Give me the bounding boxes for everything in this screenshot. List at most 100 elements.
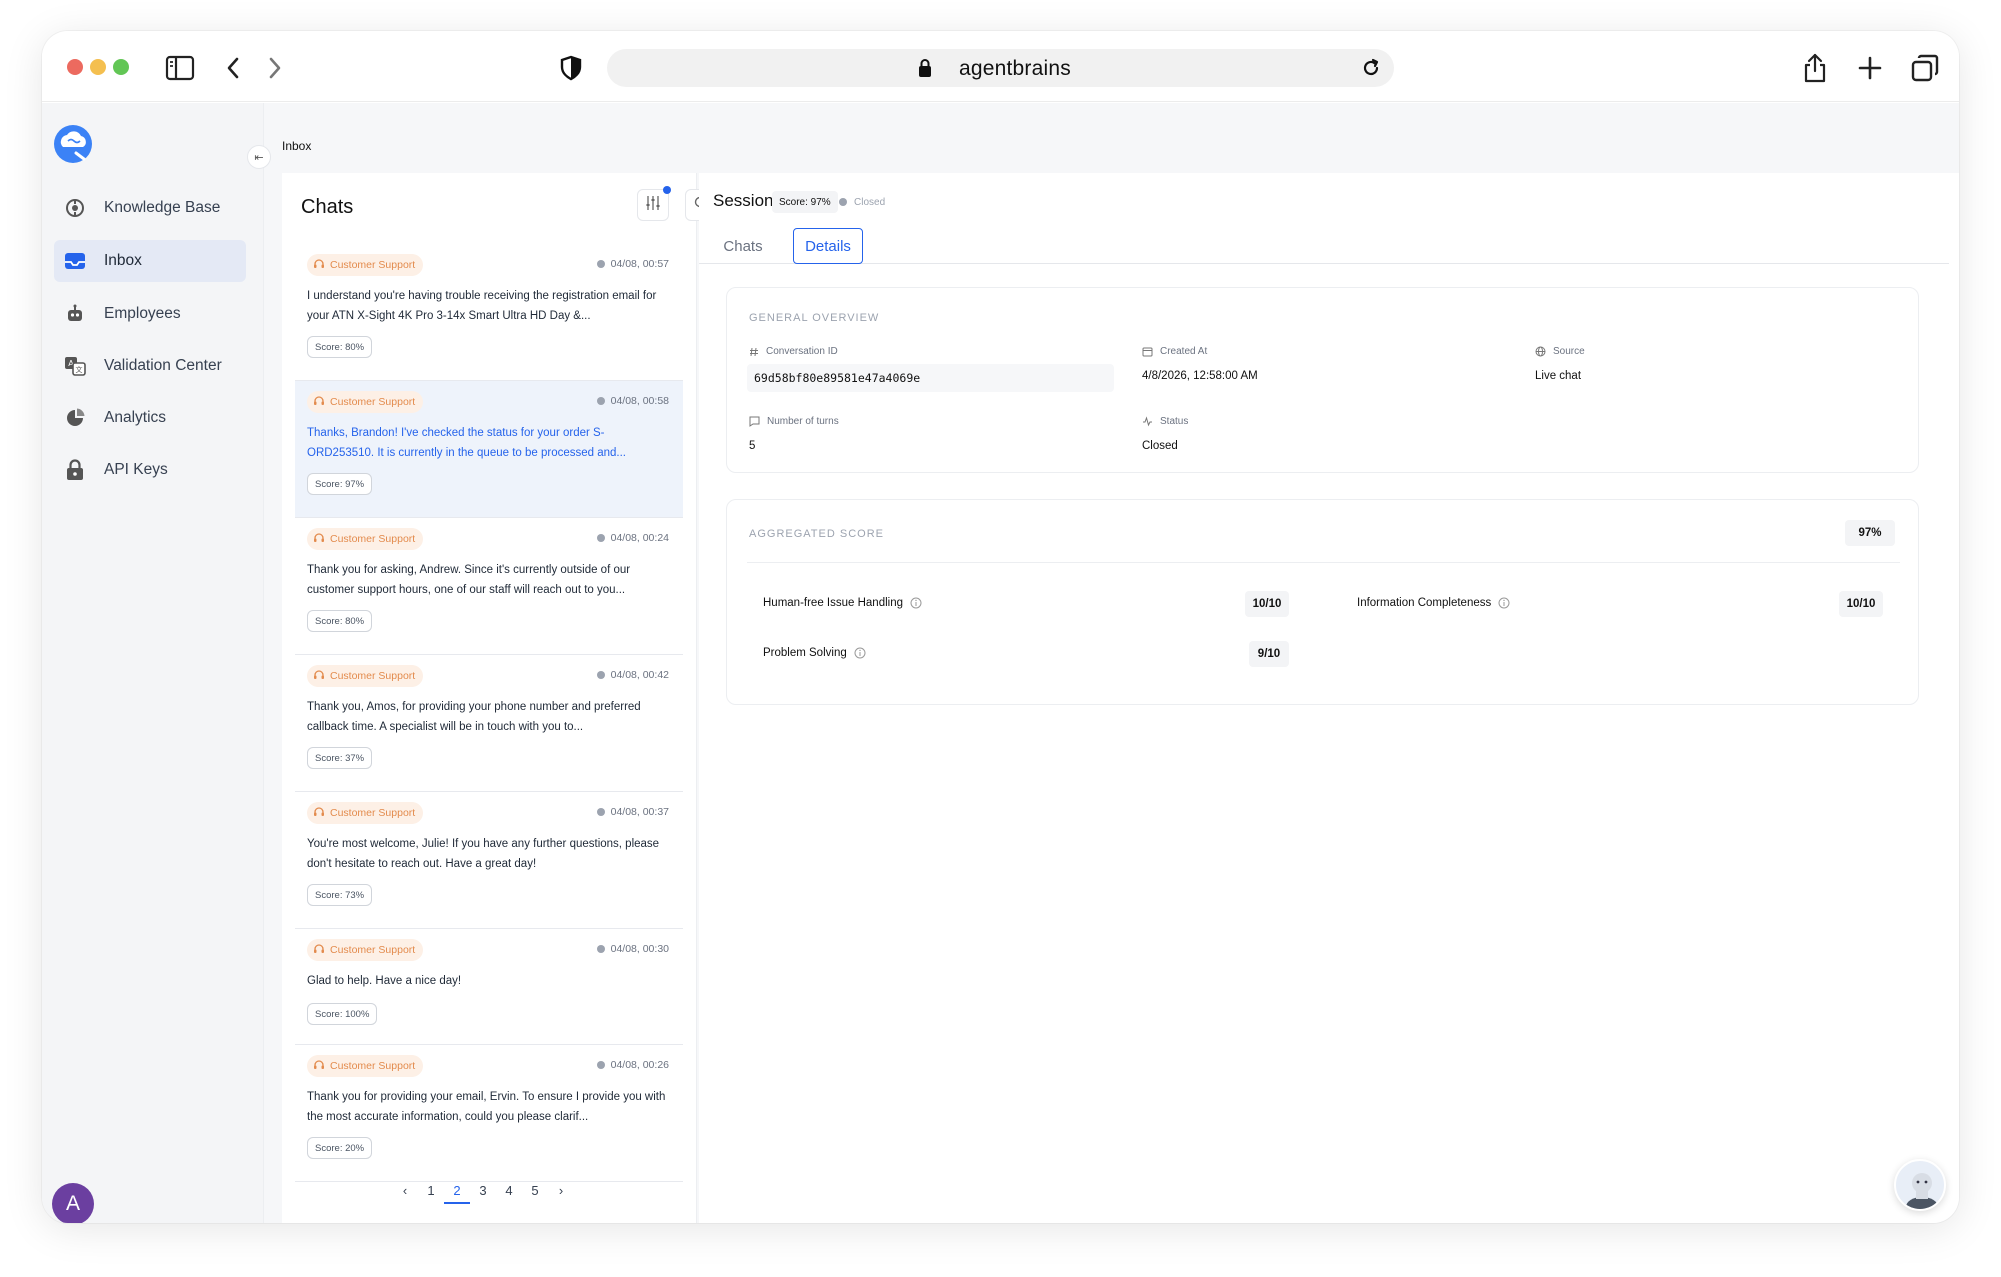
address-bar[interactable]: agentbrains <box>607 49 1394 87</box>
translate-icon: A文 <box>64 355 86 377</box>
category-tag: Customer Support <box>307 939 424 961</box>
general-overview-card: GENERAL OVERVIEW Conversation ID 69d58bf… <box>726 287 1919 473</box>
tab-overview-icon[interactable] <box>1910 53 1940 83</box>
status-label: Status <box>1142 416 1188 427</box>
chat-list-item[interactable]: Customer Support 04/08, 00:37 You're most … <box>295 792 683 929</box>
aggregated-total-badge: 97% <box>1845 520 1895 546</box>
category-tag: Customer Support <box>307 254 424 276</box>
chat-list-item[interactable]: Customer Support 04/08, 00:58 Thanks, Bran… <box>295 381 683 518</box>
sidebar-item-analytics[interactable]: Analytics <box>54 397 246 439</box>
browser-toolbar: agentbrains <box>42 31 1959 102</box>
chat-preview: Thank you, Amos, for providing your phon… <box>307 701 641 733</box>
chat-timestamp: 04/08, 00:58 <box>596 395 669 407</box>
sidebar-toggle-icon[interactable] <box>165 53 195 83</box>
page-5[interactable]: 5 <box>522 1178 548 1204</box>
sidebar-item-knowledge-base[interactable]: Knowledge Base <box>54 187 246 229</box>
sidebar-item-api-keys[interactable]: API Keys <box>54 449 246 491</box>
created-at-value: 4/8/2026, 12:58:00 AM <box>1142 370 1258 382</box>
hash-icon <box>749 347 759 357</box>
svg-text:文: 文 <box>76 365 83 374</box>
status-dot-icon <box>596 808 605 816</box>
lock-icon <box>918 58 932 83</box>
sidebar-item-label: API Keys <box>104 461 168 478</box>
criterion-info-completeness: Information Completeness <box>1357 597 1510 609</box>
page-1[interactable]: 1 <box>418 1178 444 1204</box>
sidebar-item-label: Employees <box>104 305 181 322</box>
status-dot-icon <box>596 260 605 268</box>
category-tag: Customer Support <box>307 528 424 550</box>
new-tab-icon[interactable] <box>1855 53 1885 83</box>
inbox-icon <box>64 250 86 272</box>
headset-icon <box>313 532 325 547</box>
category-tag: Customer Support <box>307 665 424 687</box>
avatar[interactable]: A <box>52 1183 94 1223</box>
robot-icon <box>64 303 86 325</box>
sidebar-item-label: Knowledge Base <box>104 199 221 216</box>
score-badge: Score: 80% <box>307 336 373 358</box>
session-status: Closed <box>839 191 885 213</box>
sidebar-item-employees[interactable]: Employees <box>54 293 246 335</box>
aggregated-score-heading: AGGREGATED SCORE <box>749 528 884 540</box>
page-2[interactable]: 2 <box>444 1178 470 1204</box>
minimize-window-button[interactable] <box>90 59 106 75</box>
chat-list-item[interactable]: Customer Support 04/08, 00:57 I understand… <box>295 244 683 381</box>
score-badge: Score: 20% <box>307 1137 373 1159</box>
shield-icon[interactable] <box>556 53 586 83</box>
turns-value: 5 <box>749 440 756 452</box>
back-arrow-icon[interactable] <box>218 53 248 83</box>
chat-list-item[interactable]: Customer Support 04/08, 00:42 Thank you, A… <box>295 655 683 792</box>
page-3[interactable]: 3 <box>470 1178 496 1204</box>
forward-arrow-icon[interactable] <box>260 53 290 83</box>
session-status-label: Closed <box>854 196 886 208</box>
score-badge: Score: 100% <box>307 1003 378 1025</box>
info-icon[interactable] <box>910 597 922 609</box>
criterion-score: 9/10 <box>1249 641 1289 667</box>
divider <box>747 562 1900 563</box>
reload-icon[interactable] <box>1360 57 1382 84</box>
headset-icon <box>313 395 325 410</box>
tab-chats[interactable]: Chats <box>713 228 773 264</box>
collapse-sidebar-button[interactable]: ⇤ <box>247 145 271 169</box>
collapse-arrow-icon: ⇤ <box>254 151 264 164</box>
sidebar-item-validation-center[interactable]: A文 Validation Center <box>54 345 246 387</box>
next-page-icon[interactable]: › <box>548 1178 574 1204</box>
headset-icon <box>313 806 325 821</box>
assistant-avatar[interactable] <box>1894 1159 1946 1211</box>
criterion-score: 10/10 <box>1245 591 1289 617</box>
status-dot-icon <box>596 534 605 542</box>
maximize-window-button[interactable] <box>113 59 129 75</box>
score-badge: Score: 73% <box>307 884 373 906</box>
chat-list-item[interactable]: Customer Support 04/08, 00:24 Thank you fo… <box>295 518 683 655</box>
filter-button[interactable] <box>637 186 671 221</box>
criterion-human-free: Human-free Issue Handling <box>763 597 922 609</box>
chat-preview: I understand you're having trouble recei… <box>307 290 657 322</box>
headset-icon <box>313 1059 325 1074</box>
aggregated-score-card: AGGREGATED SCORE 97% Human-free Issue Ha… <box>726 499 1919 705</box>
chat-timestamp: 04/08, 00:57 <box>596 258 669 270</box>
close-window-button[interactable] <box>67 59 83 75</box>
info-icon[interactable] <box>854 647 866 659</box>
chat-preview: Thanks, Brandon! I've checked the status… <box>307 427 626 459</box>
chat-preview: Glad to help. Have a nice day! <box>307 975 462 987</box>
app-logo[interactable] <box>52 123 94 165</box>
prev-page-icon[interactable]: ‹ <box>392 1178 418 1204</box>
status-dot-icon <box>596 945 605 953</box>
chats-panel: Chats Customer Support 04/08, 00:57 I unde… <box>282 173 717 1223</box>
globe-icon <box>1535 346 1546 357</box>
page-4[interactable]: 4 <box>496 1178 522 1204</box>
sliders-icon <box>645 195 661 216</box>
lock-icon <box>64 459 86 481</box>
tab-details[interactable]: Details <box>793 228 863 264</box>
status-dot-icon <box>839 198 847 206</box>
chat-preview: Thank you for providing your email, Ervi… <box>307 1091 666 1123</box>
share-icon[interactable] <box>1800 53 1830 83</box>
chat-list-item[interactable]: Customer Support 04/08, 00:26 Thank you fo… <box>295 1045 683 1182</box>
info-icon[interactable] <box>1498 597 1510 609</box>
status-value: Closed <box>1142 440 1178 452</box>
status-dot-icon <box>596 397 605 405</box>
chat-list-item[interactable]: Customer Support 04/08, 00:30 Glad to help… <box>295 929 683 1045</box>
session-tabs: Chats Details <box>699 228 1949 264</box>
sidebar-item-label: Inbox <box>104 252 142 269</box>
pagination: ‹ 1 2 3 4 5 › <box>392 1178 574 1204</box>
sidebar-item-inbox[interactable]: Inbox <box>54 240 246 282</box>
